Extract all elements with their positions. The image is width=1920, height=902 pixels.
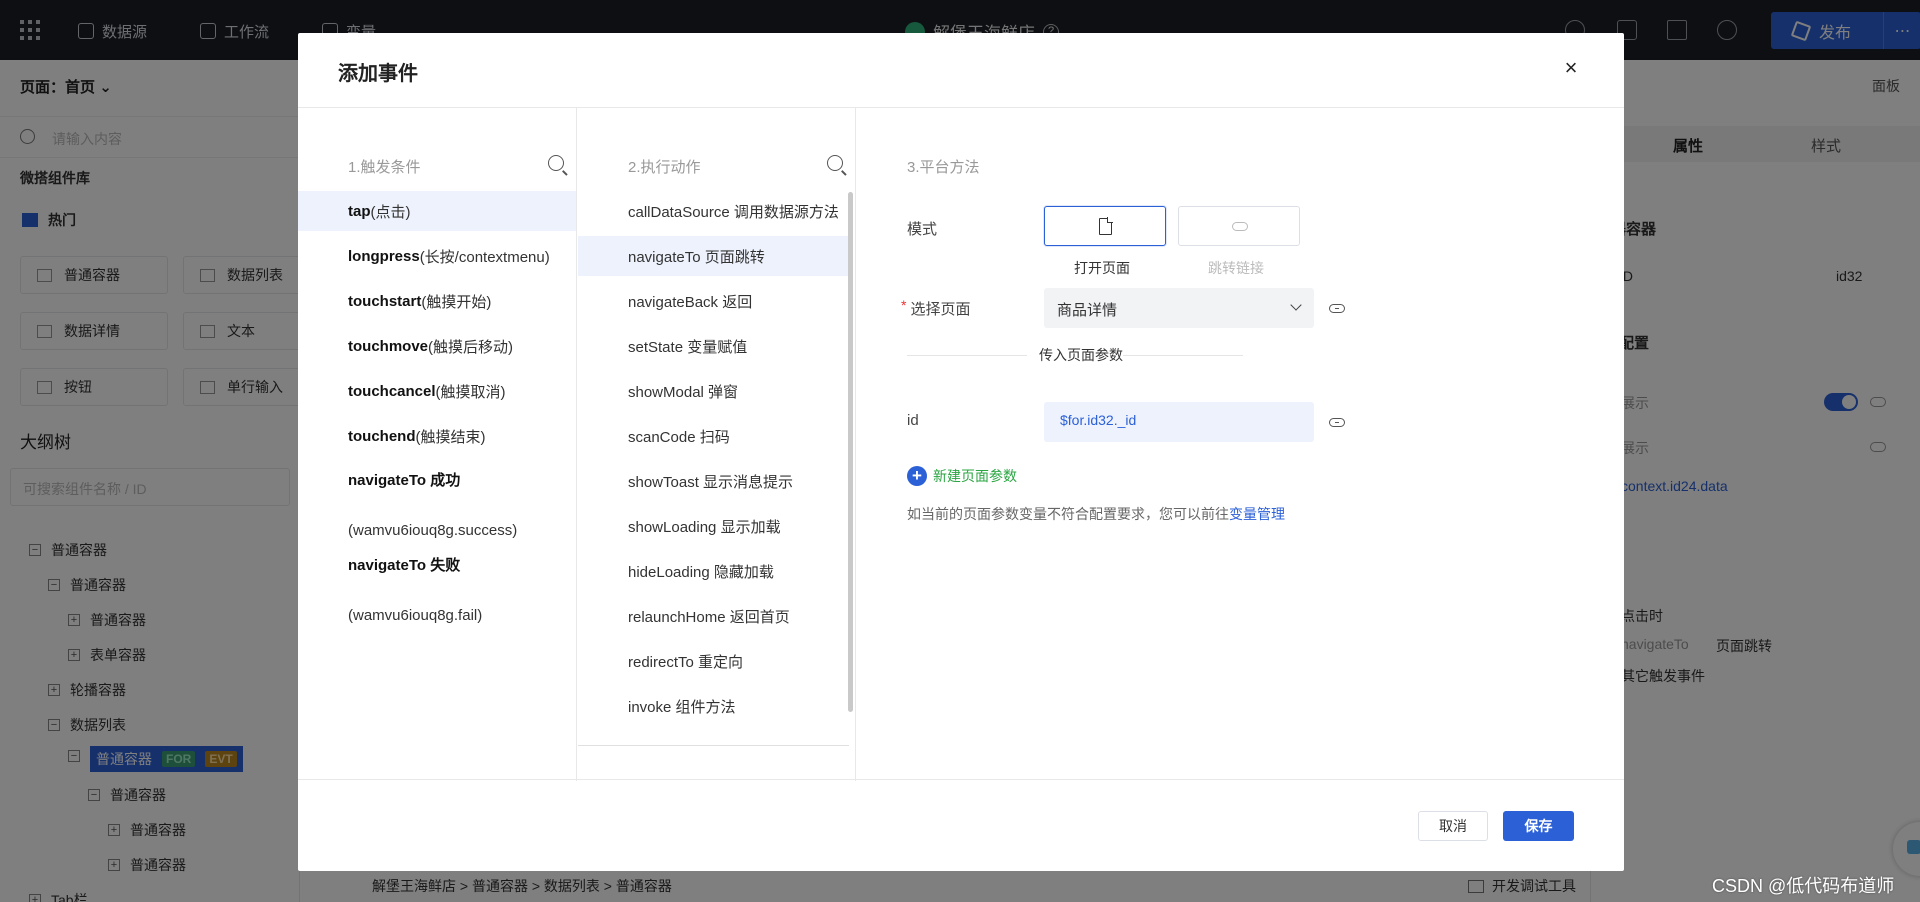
action-item[interactable]: showModal 弹窗 <box>578 371 855 411</box>
param-id-input[interactable]: $for.id32._id <box>1044 402 1314 442</box>
action-item[interactable]: scanCode 扫码 <box>578 416 855 456</box>
bind-link-icon[interactable] <box>1329 418 1345 427</box>
trigger-item[interactable]: navigateTo 失败 (wamvu6iouq8g.fail) <box>298 546 576 632</box>
action-item[interactable]: invoke 组件方法 <box>578 686 855 726</box>
select-page-label: * 选择页面 <box>901 297 971 318</box>
mode-open-page-caption: 打开页面 <box>1074 260 1130 276</box>
action-item[interactable]: setState 变量赋值 <box>578 326 855 366</box>
action-item[interactable]: navigateBack 返回 <box>578 281 855 321</box>
trigger-column-title: 1.触发条件 <box>348 159 421 176</box>
pass-params-divider: 传入页面参数 <box>907 345 1243 365</box>
trigger-item[interactable]: tap (点击) <box>298 191 576 231</box>
trigger-item[interactable]: touchmove (触摸后移动) <box>298 326 576 366</box>
mode-open-page-button[interactable] <box>1044 206 1166 246</box>
page-icon <box>1099 217 1113 235</box>
action-column-title: 2.执行动作 <box>628 159 701 176</box>
save-button[interactable]: 保存 <box>1503 811 1574 841</box>
watermark: CSDN @低代码布道师 <box>1712 876 1895 896</box>
search-icon[interactable] <box>827 155 843 171</box>
action-item[interactable]: navigateTo 页面跳转 <box>578 236 849 276</box>
mode-label: 模式 <box>907 221 938 238</box>
hint-text: 如当前的页面参数变量不符合配置要求，您可以前往变量管理 <box>907 506 1285 522</box>
trigger-item[interactable]: touchend (触摸结束) <box>298 416 576 456</box>
action-item[interactable]: callDataSource 调用数据源方法 <box>578 191 855 231</box>
add-page-param-button[interactable]: + 新建页面参数 <box>907 466 1017 486</box>
chevron-down-icon <box>1290 299 1302 311</box>
variable-management-link[interactable]: 变量管理 <box>1229 506 1285 522</box>
bind-link-icon[interactable] <box>1329 304 1345 313</box>
dialog-body: 1.触发条件 tap (点击) longpress (长按/contextmenu)… <box>298 107 1624 781</box>
platform-column-title: 3.平台方法 <box>907 159 980 176</box>
action-item[interactable]: showToast 显示消息提示 <box>578 461 855 501</box>
action-item[interactable]: redirectTo 重定向 <box>578 641 855 681</box>
link-icon <box>1232 222 1248 231</box>
action-item[interactable]: hideLoading 隐藏加载 <box>578 551 855 591</box>
mode-jump-link-button[interactable] <box>1178 206 1300 246</box>
platform-method-column: 3.平台方法 模式 打开页面 跳转链接 * 选择页面 商品详情 传入页面参数 id… <box>857 108 1624 781</box>
dialog-title: 添加事件 <box>338 63 418 85</box>
param-id-label: id <box>907 412 919 429</box>
mode-jump-link-caption: 跳转链接 <box>1208 260 1264 276</box>
trigger-column: 1.触发条件 tap (点击) longpress (长按/contextmenu)… <box>298 108 577 781</box>
add-event-dialog: 添加事件 × 1.触发条件 tap (点击) longpress (长按/conte… <box>298 33 1624 871</box>
search-icon[interactable] <box>548 155 564 171</box>
close-icon[interactable]: × <box>1558 55 1584 81</box>
required-mark: * <box>901 297 907 313</box>
trigger-item[interactable]: navigateTo 成功 (wamvu6iouq8g.success) <box>298 461 576 547</box>
action-column: 2.执行动作 callDataSource 调用数据源方法 navigateTo… <box>578 108 856 781</box>
divider <box>578 745 849 746</box>
trigger-item[interactable]: longpress (长按/contextmenu) <box>298 236 576 276</box>
action-list-scrollbar[interactable] <box>848 192 853 712</box>
trigger-item[interactable]: touchcancel (触摸取消) <box>298 371 576 411</box>
action-item[interactable]: relaunchHome 返回首页 <box>578 596 855 636</box>
trigger-item[interactable]: touchstart (触摸开始) <box>298 281 576 321</box>
action-item[interactable]: showLoading 显示加载 <box>578 506 855 546</box>
page-select[interactable]: 商品详情 <box>1044 288 1314 328</box>
cancel-button[interactable]: 取消 <box>1418 811 1488 841</box>
plus-icon: + <box>907 466 927 486</box>
